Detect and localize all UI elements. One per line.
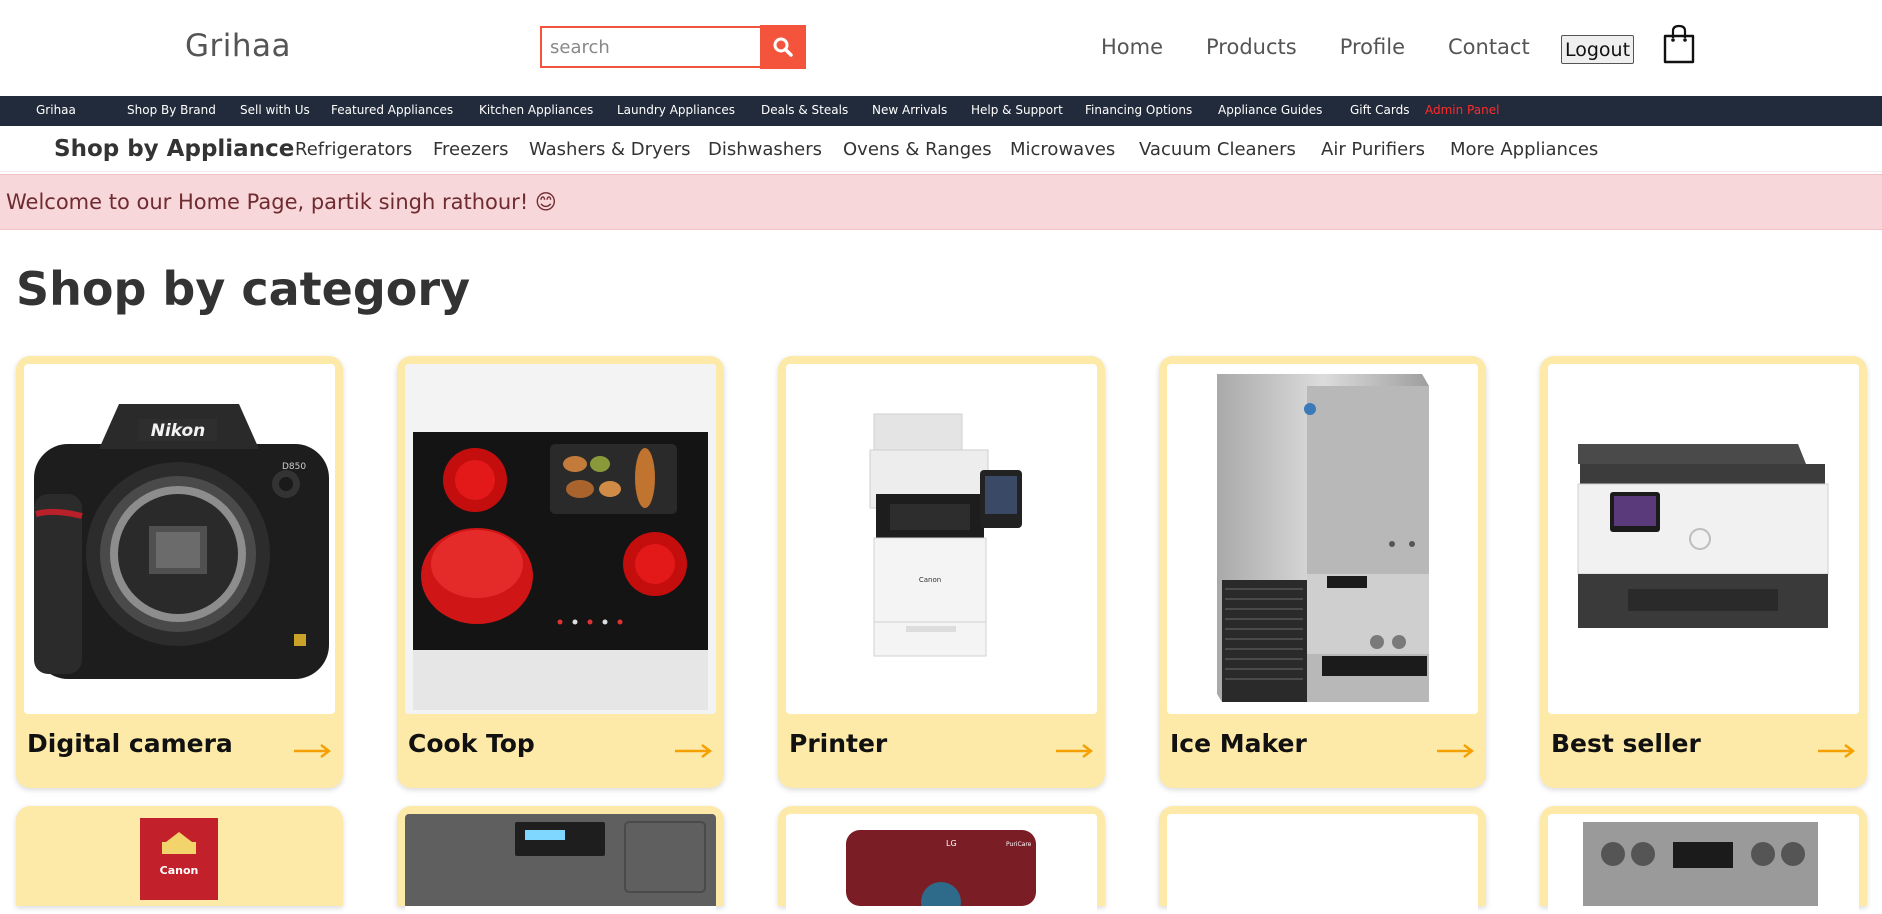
svg-text:Canon: Canon (160, 864, 199, 877)
category-card[interactable]: Nikon D850 Digital camera (16, 356, 343, 788)
appliance-freezers[interactable]: Freezers (433, 139, 509, 160)
category-card[interactable]: Best seller (1540, 356, 1867, 788)
subnav-gift-cards[interactable]: Gift Cards (1350, 103, 1410, 117)
water-purifier-image: LG PuriCare (786, 814, 1097, 914)
search-bar (540, 25, 806, 69)
nav-profile[interactable]: Profile (1340, 35, 1405, 59)
subnav-deals-steals[interactable]: Deals & Steals (761, 103, 848, 117)
category-label: Ice Maker (1170, 729, 1307, 758)
arrow-right-icon[interactable] (1436, 744, 1474, 758)
arrow-right-icon[interactable] (674, 744, 712, 758)
secondary-nav: Grihaa Shop By Brand Sell with Us Featur… (0, 96, 1882, 126)
subnav-laundry-appliances[interactable]: Laundry Appliances (617, 103, 735, 117)
arrow-right-icon[interactable] (293, 744, 331, 758)
category-card[interactable]: LG PuriCare (778, 806, 1105, 914)
search-icon (773, 37, 793, 57)
nav-products[interactable]: Products (1206, 35, 1297, 59)
category-label: Digital camera (27, 729, 233, 758)
search-button[interactable] (760, 25, 806, 69)
category-card[interactable] (1540, 806, 1867, 914)
category-card[interactable] (1159, 806, 1486, 914)
camera-image: Nikon D850 (24, 364, 335, 714)
brand-logo[interactable]: Grihaa (185, 28, 291, 64)
appliance-bar-title: Shop by Appliance (54, 136, 295, 162)
category-card[interactable]: Canon (16, 806, 343, 906)
subnav-admin-panel[interactable]: Admin Panel (1425, 103, 1499, 117)
appliance-microwaves[interactable]: Microwaves (1010, 139, 1115, 160)
subnav-sell-with-us[interactable]: Sell with Us (240, 103, 310, 117)
ice-maker-image (1167, 364, 1478, 714)
appliance-refrigerators[interactable]: Refrigerators (295, 139, 412, 160)
welcome-banner: Welcome to our Home Page, partik singh r… (0, 174, 1882, 230)
svg-text:PuriCare: PuriCare (1006, 841, 1032, 848)
nav-home[interactable]: Home (1101, 35, 1163, 59)
arrow-right-icon[interactable] (1817, 744, 1855, 758)
dishwasher-image (405, 814, 716, 914)
category-card[interactable]: Canon Printer (778, 356, 1105, 788)
main-nav: Home Products Profile Contact (1101, 35, 1573, 59)
welcome-text: Welcome to our Home Page, partik singh r… (6, 190, 557, 214)
printer-image: Canon (786, 364, 1097, 714)
svg-text:Canon: Canon (919, 576, 941, 584)
subnav-new-arrivals[interactable]: New Arrivals (872, 103, 947, 117)
shopping-bag-icon[interactable] (1661, 24, 1697, 64)
header: Grihaa Home Products Profile Contact Log… (0, 0, 1882, 96)
category-label: Cook Top (408, 729, 535, 758)
range-oven-image (1548, 814, 1859, 914)
cooktop-image (405, 364, 716, 714)
subnav-appliance-guides[interactable]: Appliance Guides (1218, 103, 1322, 117)
category-card[interactable]: Ice Maker (1159, 356, 1486, 788)
category-label: Best seller (1551, 729, 1701, 758)
appliance-air-purifiers[interactable]: Air Purifiers (1321, 139, 1425, 160)
appliance-bar: Shop by Appliance Refrigerators Freezers… (0, 126, 1882, 172)
subnav-shop-by-brand[interactable]: Shop By Brand (127, 103, 216, 117)
appliance-dishwashers[interactable]: Dishwashers (708, 139, 822, 160)
subnav-financing-options[interactable]: Financing Options (1085, 103, 1192, 117)
product-image (1167, 814, 1478, 914)
appliance-washers-dryers[interactable]: Washers & Dryers (529, 139, 691, 160)
ink-box-image: Canon (140, 818, 218, 900)
category-card[interactable] (397, 806, 724, 914)
section-title: Shop by category (16, 262, 471, 316)
search-input[interactable] (540, 26, 760, 68)
nav-contact[interactable]: Contact (1448, 35, 1530, 59)
subnav-kitchen-appliances[interactable]: Kitchen Appliances (479, 103, 593, 117)
logout-button[interactable]: Logout (1561, 35, 1635, 64)
hp-printer-image (1548, 364, 1859, 714)
arrow-right-icon[interactable] (1055, 744, 1093, 758)
svg-text:D850: D850 (282, 462, 306, 472)
svg-text:LG: LG (946, 839, 957, 848)
appliance-more[interactable]: More Appliances (1450, 139, 1598, 160)
subnav-help-support[interactable]: Help & Support (971, 103, 1063, 117)
subnav-featured-appliances[interactable]: Featured Appliances (331, 103, 453, 117)
subnav-grihaa[interactable]: Grihaa (36, 103, 76, 117)
svg-text:Nikon: Nikon (151, 421, 206, 441)
category-card[interactable]: Cook Top (397, 356, 724, 788)
appliance-ovens-ranges[interactable]: Ovens & Ranges (843, 139, 992, 160)
category-label: Printer (789, 729, 888, 758)
appliance-vacuum-cleaners[interactable]: Vacuum Cleaners (1139, 139, 1296, 160)
